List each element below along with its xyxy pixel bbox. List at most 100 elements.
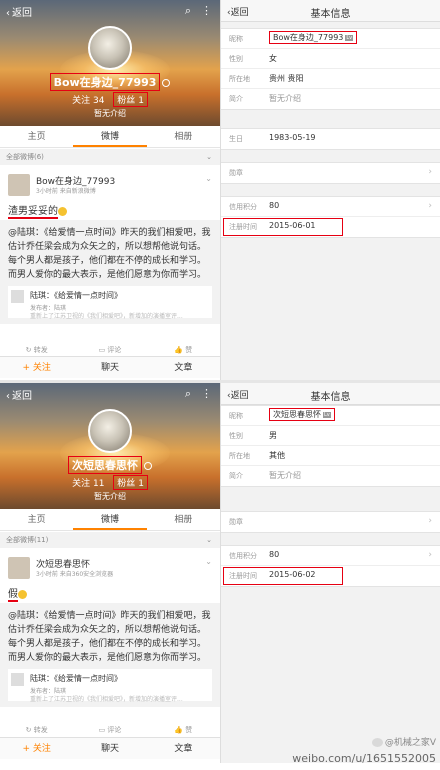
follow-button[interactable]: + 关注 [0,738,73,759]
registered-label: 注册时间 [229,572,257,580]
tab-album[interactable]: 相册 [147,126,220,147]
medal-label: 勋章 [229,169,243,177]
like-label: 赞 [185,726,193,734]
chat-button[interactable]: 聊天 [73,357,146,378]
info-row-credit[interactable]: 信用积分 80 › [221,546,440,566]
back-label: 返回 [12,391,32,402]
info-screen-top: ‹返回 基本信息 昵称 Bow在身边_77993 Lv 性别 女 所在地 贵州 贵阳 简… [221,0,440,380]
bio-value: 暂无介绍 [269,94,301,103]
nickname-highlight: 次短思春思怀 Lv [269,408,335,421]
following-count[interactable]: 11 [93,479,104,489]
articles-button[interactable]: 文章 [147,357,220,378]
info-row-medal[interactable]: 勋章 › [221,163,440,183]
info-row-nickname: 昵称 Bow在身边_77993 Lv [221,29,440,49]
repost-content[interactable]: @陆琪：《给爱情一点时间》昨天的我们相爱吧，我估计乔任梁会成为众矢之的，所以想帮… [0,603,220,707]
nickname-highlight: Bow在身边_77993 Lv [269,31,358,44]
weibo-post[interactable]: Bow在身边_77993 3小时前 来自新浪微博 ⌄ 渣男妥妥的 @陆琪：《给爱… [0,166,220,351]
post-actions: ↻ 转发 ▭ 评论 👍 赞 [0,723,220,737]
more-icon[interactable]: ⋮ [201,4,212,17]
info-navbar: ‹返回 基本信息 [221,383,440,405]
repost-label: 转发 [33,726,48,734]
watermark-url: weibo.com/u/1651552005 [292,752,436,765]
info-row-birthday: 生日 1983-05-19 [221,129,440,149]
like-button[interactable]: 👍 赞 [147,343,220,357]
post-avatar[interactable] [8,174,30,196]
profile-username: Bow在身边_77993 [53,76,157,89]
chevron-down-icon[interactable]: ⌄ [205,174,212,183]
search-icon[interactable]: ⌕ [185,4,191,17]
info-row-bio: 简介 暂无介绍 [221,89,440,109]
bottom-comparison: ‹ 返回 ⌕ ⋮ 次短思春思怀 关注 11 粉丝 1 暂无介绍 主页 微博 相册 全… [0,383,440,763]
medal-group[interactable]: 勋章 › [221,511,440,533]
info-screen-bottom: ‹返回 基本信息 昵称 次短思春思怀 Lv 性别 男 所在地 其他 简介 暂无介绍 勋章 ›… [221,383,440,763]
birthday-group: 生日 1983-05-19 [221,128,440,150]
comment-icon: ▭ [98,726,106,734]
repost-button[interactable]: ↻ 转发 [0,343,73,357]
repost-content[interactable]: @陆琪：《给爱情一点时间》昨天的我们相爱吧，我估计乔任梁会成为众矢之的，所以想帮… [0,220,220,324]
medal-group[interactable]: 勋章 › [221,162,440,184]
avatar[interactable] [88,409,132,453]
profile-tabs: 主页 微博 相册 [0,126,220,148]
all-weibo-filter[interactable]: 全部微博(11) ⌄ [0,532,220,548]
repost-button[interactable]: ↻ 转发 [0,723,73,737]
comment-label: 评论 [107,346,122,354]
all-weibo-label: 全部微博(6) [6,153,44,161]
articles-button[interactable]: 文章 [147,738,220,759]
following-label[interactable]: 关注 [72,479,90,489]
gender-value: 男 [269,431,277,440]
thumb-icon: 👍 [174,346,184,354]
info-navbar: ‹返回 基本信息 [221,0,440,22]
credit-value: 80 [269,201,280,210]
chevron-left-icon: ‹ [6,8,10,19]
like-button[interactable]: 👍 赞 [147,723,220,737]
chevron-down-icon: ⌄ [206,536,212,544]
nickname-value: Bow在身边_77993 [273,33,344,42]
post-meta: 3小时前 来自新浪微博 [36,188,96,195]
birthday-value: 1983-05-19 [269,133,316,142]
bio-label: 简介 [229,472,243,480]
tab-weibo[interactable]: 微博 [73,126,147,147]
more-icon[interactable]: ⋮ [201,387,212,400]
article-icon [11,673,24,686]
chat-button[interactable]: 聊天 [73,738,146,759]
post-avatar[interactable] [8,557,30,579]
following-label[interactable]: 关注 [72,96,90,106]
tab-home[interactable]: 主页 [0,509,73,530]
comment-button[interactable]: ▭ 评论 [73,723,146,737]
following-count[interactable]: 34 [93,96,104,106]
birthday-label: 生日 [229,135,243,143]
chevron-right-icon: › [428,516,432,526]
repost-label: 转发 [33,346,48,354]
back-label: 返回 [12,8,32,19]
account-group: 信用积分 80 › 注册时间 2015-06-01 [221,196,440,238]
comment-button[interactable]: ▭ 评论 [73,343,146,357]
watermark-brand: @机械之家V [371,735,436,748]
bio-label: 简介 [229,95,243,103]
all-weibo-filter[interactable]: 全部微博(6) ⌄ [0,149,220,165]
username-highlight: Bow在身边_77993 [49,73,161,91]
followers-label: 粉丝 [117,96,136,106]
info-row-medal[interactable]: 勋章 › [221,512,440,532]
quoted-article[interactable]: 陆琪：《给爱情一点时间》 发布者：陆琪 重新上了江苏卫视的《我们相爱吧》，新增加… [8,286,212,320]
info-row-credit[interactable]: 信用积分 80 › [221,197,440,217]
profile-cover: ‹ 返回 ⌕ ⋮ 次短思春思怀 关注 11 粉丝 1 暂无介绍 [0,383,220,509]
tab-home[interactable]: 主页 [0,126,73,147]
follow-button[interactable]: + 关注 [0,357,73,378]
location-label: 所在地 [229,75,250,83]
chevron-down-icon[interactable]: ⌄ [205,557,212,566]
search-icon[interactable]: ⌕ [185,387,191,400]
post-text: 假 [8,585,27,602]
avatar[interactable] [88,26,132,70]
quoted-article[interactable]: 陆琪：《给爱情一点时间》 发布者：陆琪 重新上了江苏卫视的《我们相爱吧》，新增加… [8,669,212,703]
tab-album[interactable]: 相册 [147,509,220,530]
followers-highlight[interactable]: 粉丝 1 [113,475,148,490]
back-button[interactable]: ‹返回 [6,387,32,402]
back-button[interactable]: ‹返回 [6,4,32,19]
page-title: 基本信息 [310,392,351,403]
basic-info-group: 昵称 Bow在身边_77993 Lv 性别 女 所在地 贵州 贵阳 简介 暂无介绍 [221,28,440,110]
weibo-post[interactable]: 次短思春思怀 3小时前 来自360安全浏览器 ⌄ 假 @陆琪：《给爱情一点时间》… [0,549,220,729]
gender-label: 性别 [229,432,243,440]
tab-weibo[interactable]: 微博 [73,509,147,530]
followers-highlight[interactable]: 粉丝 1 [113,92,148,107]
nickname-value: 次短思春思怀 [273,410,321,419]
